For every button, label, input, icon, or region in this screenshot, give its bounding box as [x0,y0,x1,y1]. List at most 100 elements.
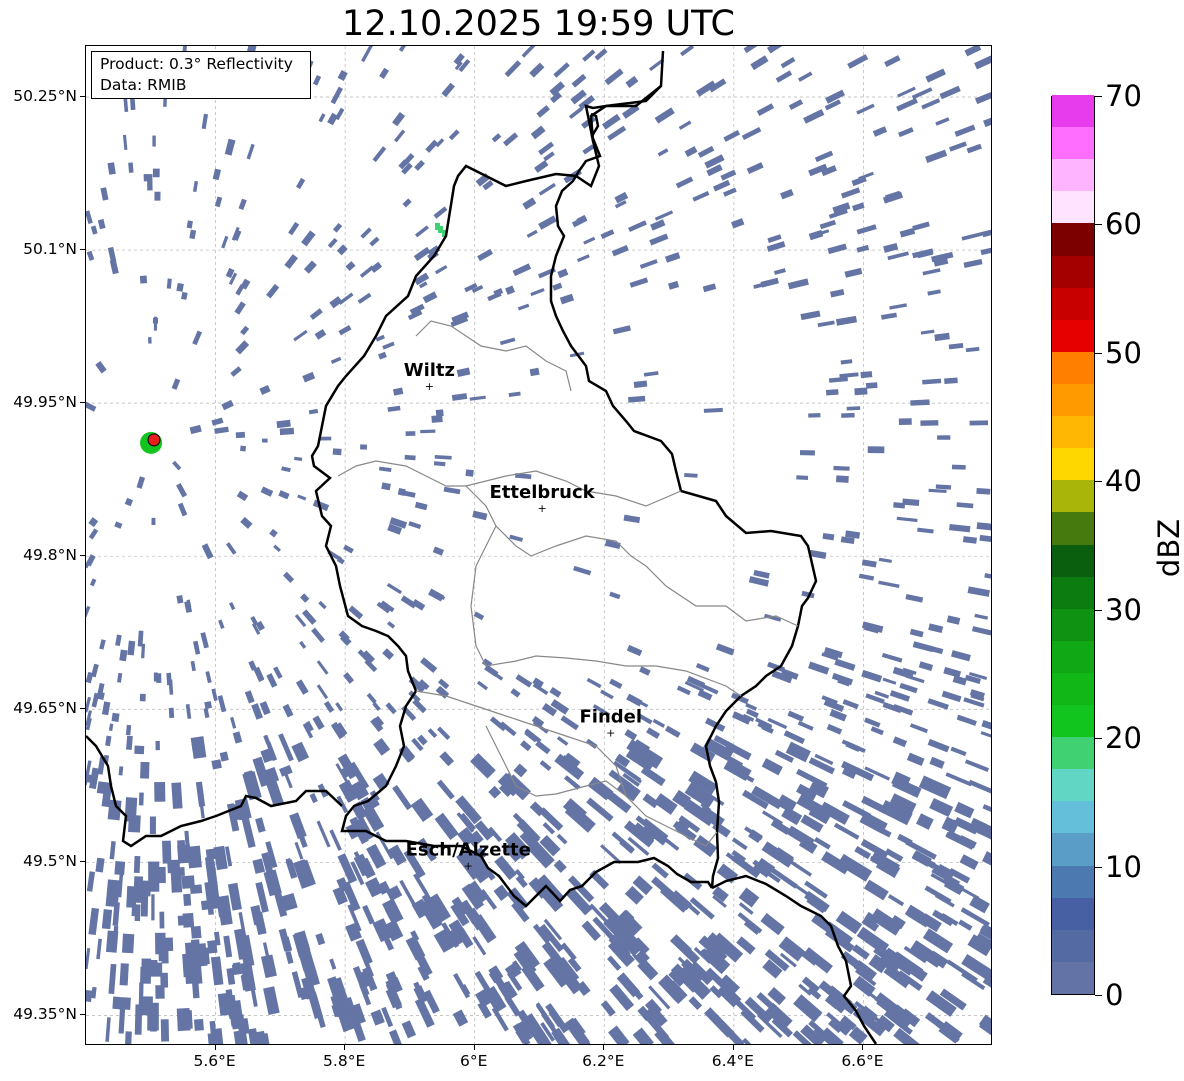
echo-cell [623,514,641,524]
echo-cell [399,879,418,908]
echo-cell [312,715,325,730]
echo-cell [796,475,809,481]
echo-cell [128,162,134,173]
map-canvas: +Wiltz+Ettelbruck+Findel+Esch/Alzette [86,46,991,1044]
echo-cell [657,148,669,157]
echo-cell [204,701,213,710]
echo-cell [246,143,255,160]
echo-cell [189,424,202,435]
echo-cell [105,930,119,953]
echo-cell [964,759,990,772]
echo-cell [608,1025,630,1044]
echo-cell [828,376,848,383]
echo-cell [512,263,532,277]
colorbar-segment [1052,287,1094,320]
echo-cell [343,544,354,554]
echo-cell [296,177,306,190]
colorbar-segment [1052,255,1094,288]
echo-cell [420,657,438,673]
echo-cell [185,703,192,719]
echo-cell [86,948,91,970]
echo-cell [488,785,502,799]
echo-cell [190,736,207,759]
echo-cell [255,817,266,833]
colorbar-tick [1095,224,1102,226]
echo-cell [192,180,199,193]
colorbar-segment [1052,415,1094,449]
echo-cell [787,710,805,722]
colorbar-segment [1052,832,1094,866]
echo-cell [387,405,401,412]
echo-cell [945,772,973,787]
echo-cell [928,623,944,634]
echo-cell [234,301,246,315]
echo-cell [177,915,186,926]
echo-cell [856,103,875,115]
echo-cell [692,191,710,202]
echo-cell [109,259,119,275]
echo-cell [114,521,123,529]
echo-cell [172,460,182,471]
radar-map[interactable]: + Wiltz + Ettelbruck + Findel + Esch/Alzette [85,45,992,1045]
echo-cell [643,371,659,377]
colorbar-tick-label: 50 [1105,335,1142,370]
echo-cell [366,692,377,704]
echo-cell [649,233,669,246]
echo-cell [360,444,368,450]
echo-cell [154,191,161,201]
echo-cell [88,528,99,540]
echo-cell [892,704,914,716]
echo-cell [974,613,989,620]
echo-cell [536,105,550,118]
echo-cell [312,75,322,86]
echo-cell [229,602,236,611]
echo-cell [211,1028,224,1044]
echo-cell [217,695,227,713]
echo-cell [668,280,680,290]
echo-cell [118,766,124,776]
colorbar-segment [1052,511,1094,545]
echo-cell [361,46,373,63]
echo-cell [929,756,945,769]
echo-cell [983,114,991,128]
echo-cell [609,591,621,600]
colorbar-segment [1052,126,1094,160]
echo-cell [205,671,212,684]
echo-cell [539,760,552,772]
echo-cell [918,775,952,800]
echo-cell [797,71,813,82]
echo-cell [214,196,223,208]
echo-cell [189,229,197,240]
echo-cell [297,494,307,501]
echo-cell [401,1020,417,1039]
echo-cell [956,502,974,509]
echo-cell [205,848,217,861]
lon-tick [862,1045,864,1050]
echo-cell [148,337,152,344]
echo-cell [149,1008,157,1032]
echo-cell [143,173,149,182]
echo-cell [935,117,950,126]
echo-cell [962,536,977,544]
echo-cell [898,127,914,138]
echo-cell [193,640,201,655]
echo-cell [639,259,658,269]
echo-cell [422,291,438,304]
echo-cell [861,669,883,683]
echo-cell [961,231,984,241]
echo-cell [414,159,425,171]
echo-cell [336,244,348,256]
echo-cell [232,731,243,744]
echo-cell [369,236,380,247]
echo-cell [966,143,982,154]
echo-cell [124,1031,132,1044]
echo-cell [896,97,918,112]
echo-cell [95,361,107,374]
city-marker: + [425,380,434,393]
colorbar-segment [1052,929,1094,962]
echo-cell [266,283,280,299]
colorbar-segment [1052,897,1094,930]
echo-cell [742,1037,758,1044]
colorbar-segment [1052,319,1094,352]
echo-cell [640,765,666,787]
